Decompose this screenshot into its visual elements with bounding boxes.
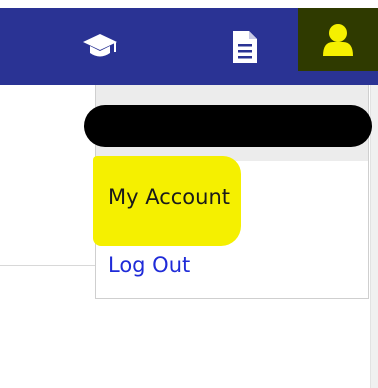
dropdown-user-header [84,85,372,161]
log-out-label: Log Out [108,253,191,277]
my-account-label: My Account [108,185,231,209]
nav-documents-button[interactable] [205,8,285,85]
graduation-cap-icon [82,32,118,62]
content-divider [0,265,96,266]
page: My Account Log Out [0,0,378,388]
user-icon [321,22,355,58]
top-band [0,0,378,8]
nav-learning-button[interactable] [60,8,140,85]
nav-account-button[interactable] [298,8,378,71]
account-dropdown-menu: My Account Log Out [84,85,372,299]
redacted-username [84,105,372,147]
my-account-menu-item[interactable]: My Account [93,156,368,249]
navbar [0,8,378,85]
log-out-menu-item[interactable]: Log Out [96,249,368,289]
document-icon [231,29,259,65]
